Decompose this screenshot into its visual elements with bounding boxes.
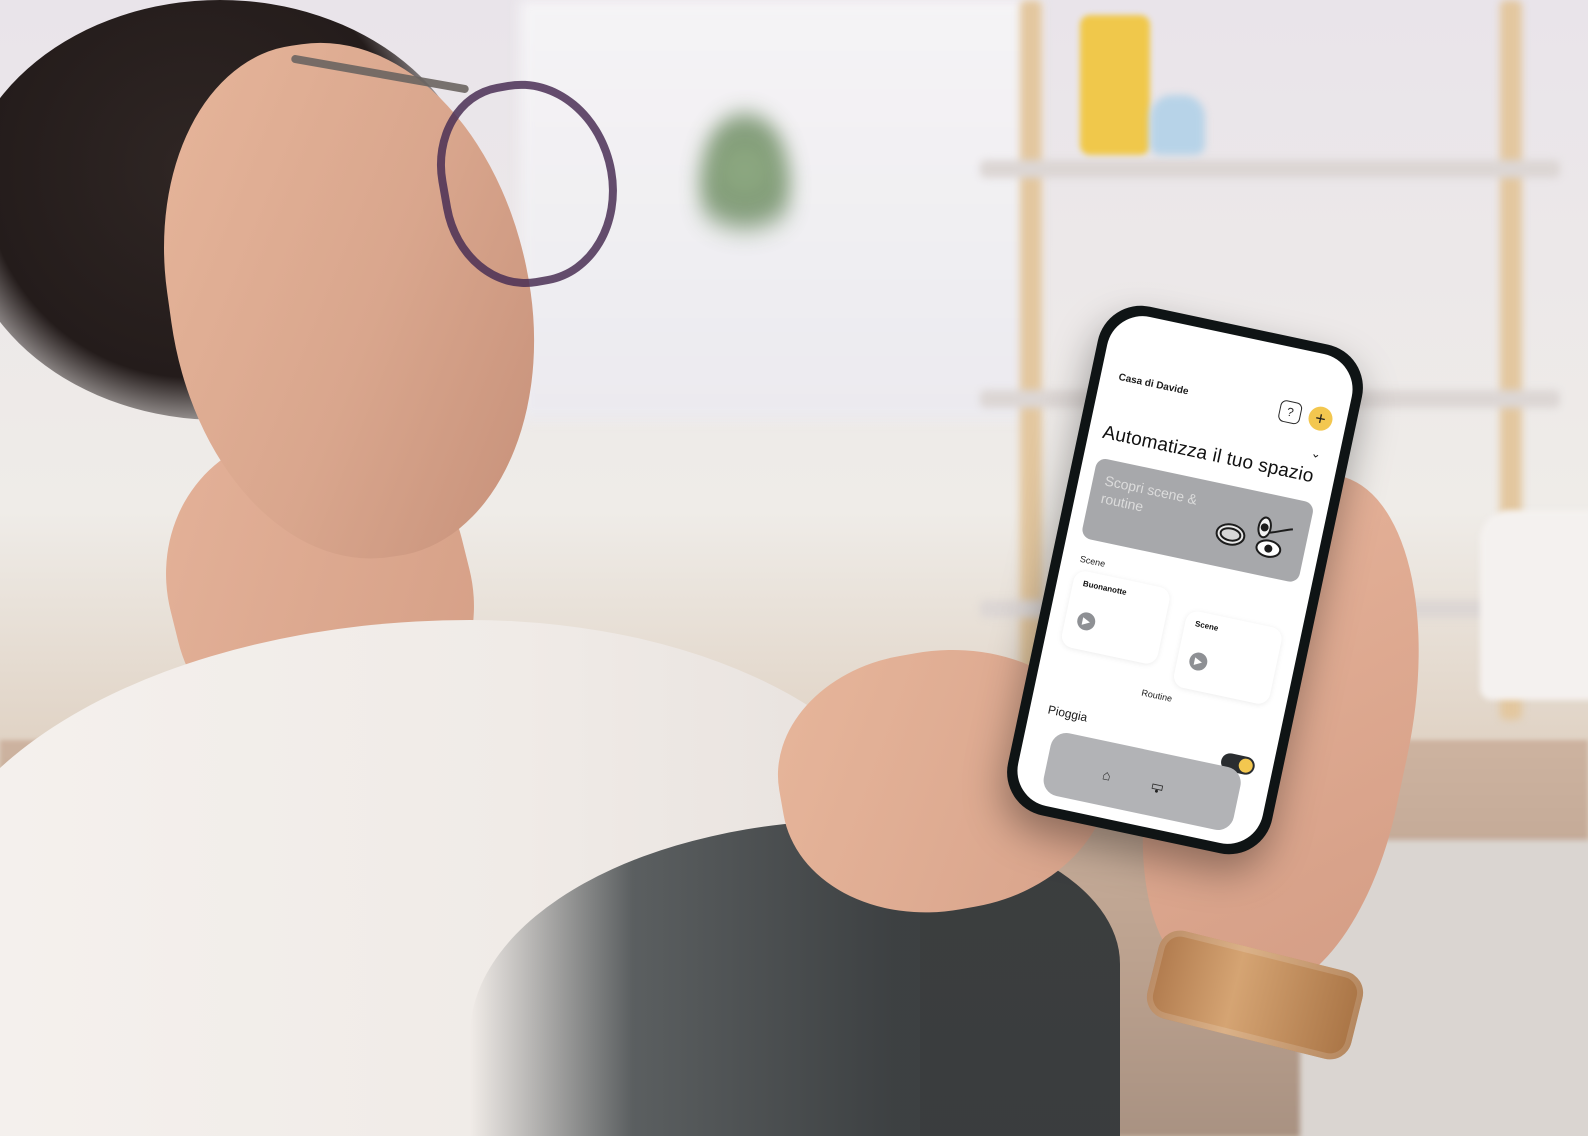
nav-active-indicator	[1154, 789, 1159, 793]
play-icon[interactable]: ▶	[1075, 610, 1097, 633]
shelf-board	[980, 160, 1560, 178]
plus-icon: +	[1313, 407, 1328, 430]
help-button[interactable]: ?	[1277, 399, 1304, 426]
background-cylinder	[1480, 510, 1588, 700]
chevron-down-icon[interactable]: ⌄	[1310, 446, 1323, 462]
routines-section-label: Routine	[1140, 687, 1174, 704]
photo-scene: Casa di Davide ? + ⌄ Automatizza il tuo …	[0, 0, 1588, 1136]
routine-name: Pioggia	[1046, 702, 1089, 725]
help-icon: ?	[1285, 404, 1295, 420]
scenes-section-label: Scene	[1079, 553, 1107, 569]
routines-icon[interactable]: ▭	[1140, 768, 1176, 804]
add-button[interactable]: +	[1306, 404, 1335, 433]
shelf-jar	[1150, 95, 1205, 155]
shelf-vase	[1080, 15, 1150, 155]
devices-illustration-icon	[1215, 516, 1293, 558]
top-actions: ? +	[1277, 398, 1335, 433]
scene-title: Buonanotte	[1082, 578, 1128, 598]
home-selector-label[interactable]: Casa di Davide	[1118, 372, 1190, 398]
scene-card[interactable]: Scene ▶	[1171, 609, 1284, 706]
background-plant	[700, 110, 790, 260]
scene-title: Scene	[1194, 619, 1220, 633]
banner-text: Scopri scene & routine	[1099, 472, 1199, 515]
home-icon[interactable]: ⌂	[1089, 757, 1125, 793]
play-icon[interactable]: ▶	[1187, 650, 1210, 673]
scene-card[interactable]: Buonanotte ▶	[1059, 569, 1172, 666]
toggle-knob	[1237, 757, 1255, 774]
